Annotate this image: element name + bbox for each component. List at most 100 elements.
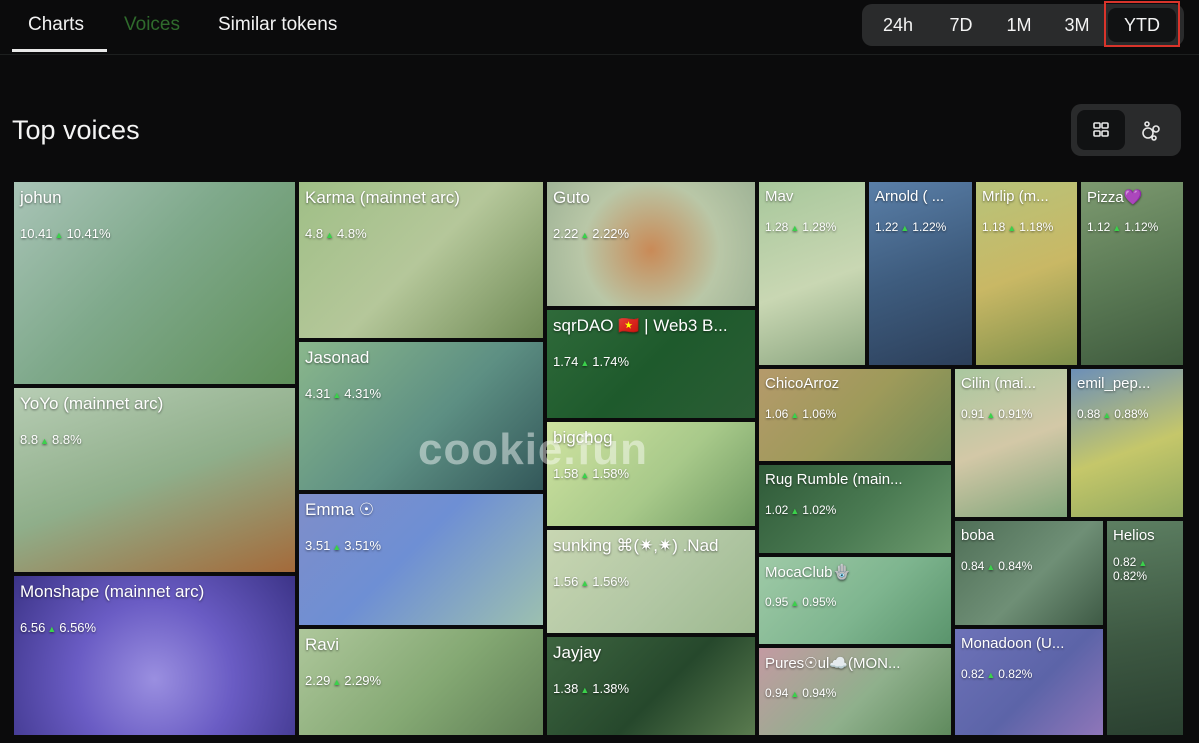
- voice-tile[interactable]: Pizza💜 1.12 ▲ 1.12%: [1079, 180, 1185, 367]
- voice-stat: 3.51 ▲ 3.51%: [305, 538, 382, 553]
- voice-name: Monadoon (U...: [961, 635, 1065, 652]
- voice-stat: 1.56 ▲ 1.56%: [553, 574, 630, 589]
- voice-name: Ravi: [305, 635, 340, 654]
- up-arrow-icon: ▲: [580, 230, 590, 240]
- voice-stat: 0.95 ▲ 0.95%: [765, 595, 837, 609]
- voice-name: Guto: [553, 188, 590, 207]
- voice-tile[interactable]: YoYo (mainnet arc) 8.8 ▲ 8.8%: [12, 386, 297, 574]
- avatar: [869, 182, 972, 365]
- voice-name: sqrDAO 🇻🇳 | Web3 B...: [553, 316, 728, 335]
- tab-charts[interactable]: Charts: [28, 14, 84, 36]
- voice-tile[interactable]: Jasonad 4.31 ▲ 4.31%: [297, 340, 545, 492]
- voice-name: ChicoArroz: [765, 375, 840, 392]
- voice-tile[interactable]: Arnold ( ... 1.22 ▲ 1.22%: [867, 180, 974, 367]
- voice-tile[interactable]: Rug Rumble (main... 1.02 ▲ 1.02%: [757, 463, 953, 555]
- range-24h-button[interactable]: 24h: [868, 4, 928, 46]
- voice-tile[interactable]: Pures☉ul☁️(MON... 0.94 ▲ 0.94%: [757, 646, 953, 737]
- voice-name: Pizza💜: [1087, 189, 1143, 206]
- voice-name: Emma ☉: [305, 500, 375, 519]
- voice-tile[interactable]: Monadoon (U... 0.82 ▲ 0.82%: [953, 627, 1105, 737]
- voice-stat: 2.22 ▲ 2.22%: [553, 226, 630, 241]
- view-toggle: [1071, 104, 1181, 156]
- voice-name: YoYo (mainnet arc): [20, 394, 164, 413]
- voice-stat: 1.22 ▲ 1.22%: [875, 220, 947, 234]
- voice-stat: 1.02 ▲ 1.02%: [765, 503, 837, 517]
- avatar: [1107, 521, 1183, 735]
- voice-name: MocaClub🪬: [765, 564, 852, 581]
- voice-stat: 0.82 ▲ 0.82%: [1113, 555, 1148, 583]
- voice-tile[interactable]: ChicoArroz 1.06 ▲ 1.06%: [757, 367, 953, 463]
- voice-stat: 1.18 ▲ 1.18%: [982, 220, 1054, 234]
- up-arrow-icon: ▲: [332, 390, 342, 400]
- up-arrow-icon: ▲: [986, 410, 996, 420]
- voice-stat: 1.58 ▲ 1.58%: [553, 466, 630, 481]
- up-arrow-icon: ▲: [1007, 223, 1017, 233]
- voice-tile[interactable]: Cilin (mai... 0.91 ▲ 0.91%: [953, 367, 1069, 519]
- avatar: [14, 182, 295, 384]
- voice-tile[interactable]: Emma ☉ 3.51 ▲ 3.51%: [297, 492, 545, 627]
- voice-tile[interactable]: Guto 2.22 ▲ 2.22%: [545, 180, 757, 308]
- up-arrow-icon: ▲: [1112, 223, 1122, 233]
- active-tab-indicator: [12, 49, 107, 52]
- voice-tile[interactable]: Ravi 2.29 ▲ 2.29%: [297, 627, 545, 737]
- up-arrow-icon: ▲: [332, 677, 342, 687]
- tab-similar-tokens[interactable]: Similar tokens: [218, 14, 337, 36]
- up-arrow-icon: ▲: [580, 358, 590, 368]
- voices-treemap: johun 10.41 ▲ 10.41% YoYo (mainnet arc) 8.…: [12, 180, 1185, 737]
- range-ytd-button[interactable]: YTD: [1108, 8, 1176, 42]
- voice-tile[interactable]: boba 0.84 ▲ 0.84%: [953, 519, 1105, 627]
- up-arrow-icon: ▲: [580, 578, 590, 588]
- voice-tile[interactable]: Karma (mainnet arc) 4.8 ▲ 4.8%: [297, 180, 545, 340]
- bubble-view-button[interactable]: [1127, 110, 1175, 150]
- voice-stat: 1.12 ▲ 1.12%: [1087, 220, 1159, 234]
- voice-tile[interactable]: sunking ⌘(✷,✷) .Nad 1.56 ▲ 1.56%: [545, 528, 757, 635]
- up-arrow-icon: ▲: [900, 223, 910, 233]
- avatar: [759, 182, 865, 365]
- voice-stat: 0.91 ▲ 0.91%: [961, 407, 1033, 421]
- up-arrow-icon: ▲: [790, 506, 800, 516]
- voice-stat: 0.94 ▲ 0.94%: [765, 686, 837, 700]
- voice-tile[interactable]: emil_pep... 0.88 ▲ 0.88%: [1069, 367, 1185, 519]
- voice-name: Arnold ( ...: [875, 188, 945, 205]
- range-3m-button[interactable]: 3M: [1048, 4, 1106, 46]
- voice-tile[interactable]: Helios 0.82 ▲ 0.82%: [1105, 519, 1185, 737]
- voice-tile[interactable]: sqrDAO 🇻🇳 | Web3 B... 1.74 ▲ 1.74%: [545, 308, 757, 420]
- up-arrow-icon: ▲: [790, 410, 800, 420]
- voice-name: Karma (mainnet arc): [305, 188, 460, 207]
- up-arrow-icon: ▲: [790, 223, 800, 233]
- voice-name: bigchog: [553, 428, 613, 447]
- bubble-chart-icon: [1142, 121, 1160, 141]
- voice-tile[interactable]: Jayjay 1.38 ▲ 1.38%: [545, 635, 757, 737]
- voice-stat: 0.84 ▲ 0.84%: [961, 559, 1033, 573]
- voice-name: Rug Rumble (main...: [765, 471, 903, 488]
- voice-stat: 0.88 ▲ 0.88%: [1077, 407, 1149, 421]
- tab-voices[interactable]: Voices: [124, 14, 180, 36]
- voice-tile[interactable]: Mav 1.28 ▲ 1.28%: [757, 180, 867, 367]
- grid-icon: [1093, 122, 1109, 137]
- voice-name: Monshape (mainnet arc): [20, 582, 205, 601]
- voice-tile[interactable]: johun 10.41 ▲ 10.41%: [12, 180, 297, 386]
- voice-tile[interactable]: MocaClub🪬 0.95 ▲ 0.95%: [757, 555, 953, 646]
- voice-tile[interactable]: Monshape (mainnet arc) 6.56 ▲ 6.56%: [12, 574, 297, 737]
- voice-stat: 1.06 ▲ 1.06%: [765, 407, 837, 421]
- section-title: Top voices: [12, 115, 140, 145]
- up-arrow-icon: ▲: [580, 685, 590, 695]
- time-range-selector: 24h 7D 1M 3M YTD: [862, 4, 1184, 46]
- voice-name: boba: [961, 527, 995, 544]
- voice-stat: 1.38 ▲ 1.38%: [553, 681, 630, 696]
- up-arrow-icon: ▲: [1102, 410, 1112, 420]
- grid-view-button[interactable]: [1077, 110, 1125, 150]
- avatar: [1081, 182, 1183, 365]
- range-7d-button[interactable]: 7D: [932, 4, 990, 46]
- range-1m-button[interactable]: 1M: [990, 4, 1048, 46]
- voice-tile[interactable]: bigchog 1.58 ▲ 1.58%: [545, 420, 757, 528]
- voice-tile[interactable]: Mrlip (m... 1.18 ▲ 1.18%: [974, 180, 1079, 367]
- voice-stat: 10.41 ▲ 10.41%: [20, 226, 111, 241]
- voice-stat: 4.8 ▲ 4.8%: [305, 226, 367, 241]
- voice-name: sunking ⌘(✷,✷) .Nad: [553, 536, 719, 555]
- voice-name: Cilin (mai...: [961, 375, 1037, 392]
- up-arrow-icon: ▲: [47, 624, 57, 634]
- voice-stat: 4.31 ▲ 4.31%: [305, 386, 382, 401]
- up-arrow-icon: ▲: [1138, 558, 1148, 568]
- up-arrow-icon: ▲: [790, 689, 800, 699]
